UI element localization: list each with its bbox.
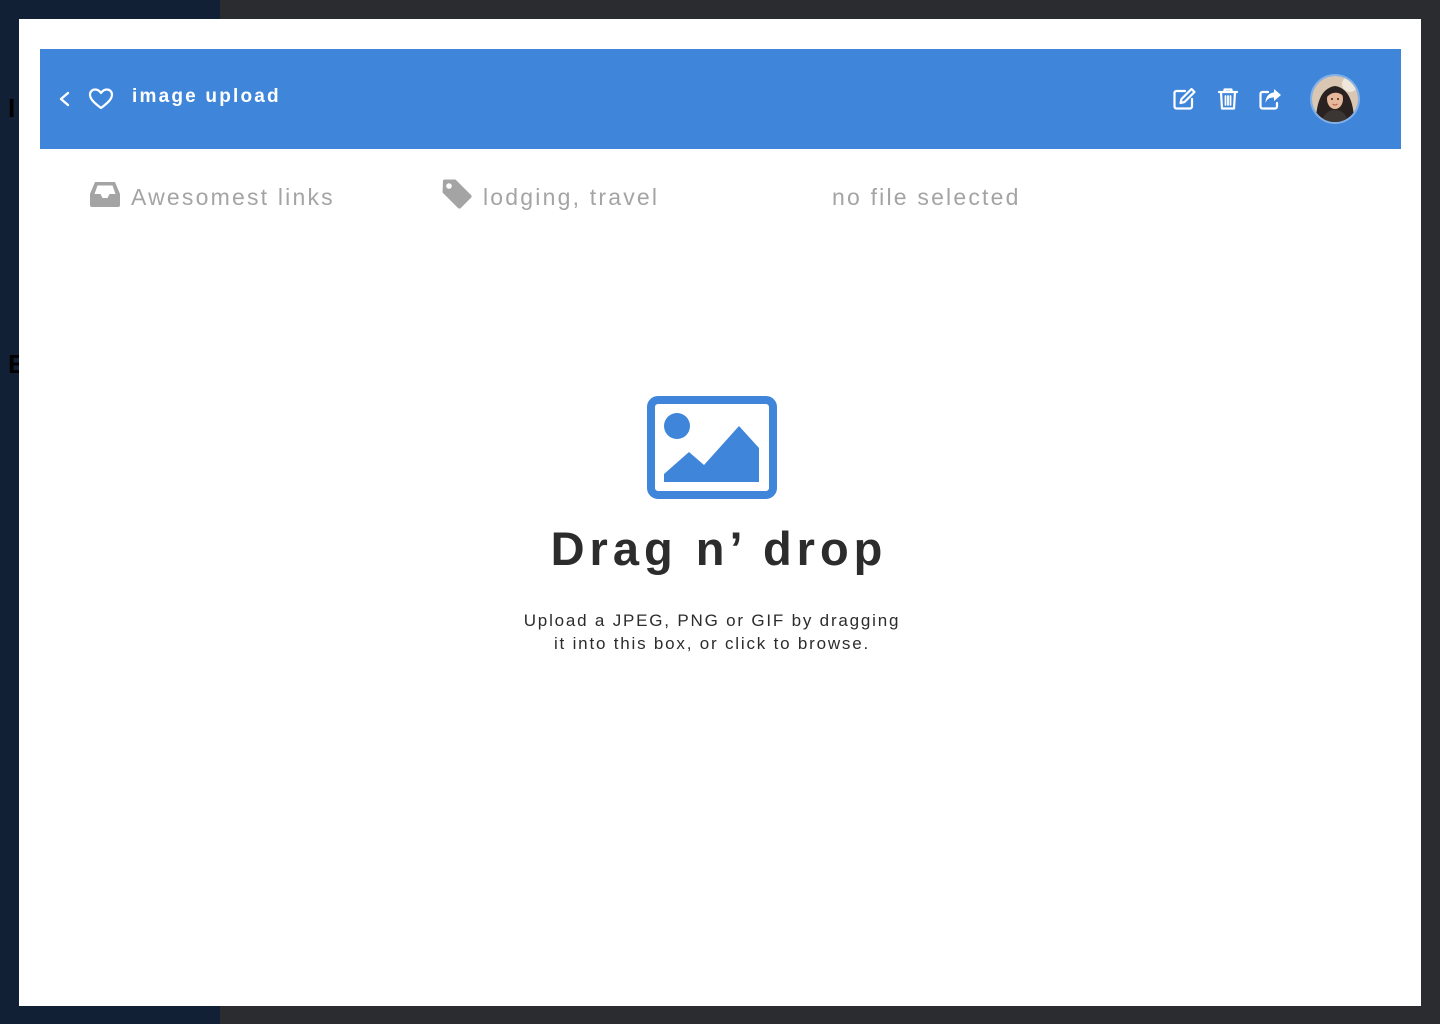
- page-title: image upload: [132, 86, 281, 107]
- tags-field[interactable]: lodging, travel: [441, 179, 659, 215]
- trash-icon: [1217, 88, 1239, 110]
- tag-icon: [441, 178, 473, 216]
- file-status: no file selected: [832, 179, 1021, 215]
- delete-button[interactable]: [1215, 86, 1241, 112]
- upload-modal: image upload Awesomest links lodging, tr…: [19, 19, 1421, 1006]
- dropzone-title: Drag n’ drop: [550, 522, 888, 575]
- dropzone-instructions-line: it into this box, or click to browse.: [553, 634, 871, 653]
- collection-name: Awesomest links: [131, 183, 335, 210]
- avatar[interactable]: [1312, 76, 1358, 122]
- chevron-left-icon: [59, 91, 70, 107]
- background-text-fragment: I: [8, 93, 16, 123]
- user-avatar-image: [1312, 76, 1358, 122]
- share-button[interactable]: [1257, 86, 1283, 112]
- dropzone-instructions: Upload a JPEG, PNG or GIF by dragging it…: [489, 609, 935, 655]
- edit-icon: [1173, 87, 1196, 110]
- file-status-text: no file selected: [832, 183, 1021, 210]
- edit-button[interactable]: [1171, 86, 1197, 112]
- share-icon: [1259, 89, 1281, 110]
- dropzone-instructions-line: Upload a JPEG, PNG or GIF by dragging: [523, 611, 901, 630]
- image-dropzone[interactable]: Drag n’ drop Upload a JPEG, PNG or GIF b…: [419, 369, 1019, 669]
- favorite-button[interactable]: [88, 87, 114, 111]
- image-icon: [647, 396, 777, 499]
- tags-value: lodging, travel: [483, 183, 660, 210]
- back-button[interactable]: [54, 87, 76, 111]
- heart-icon: [88, 88, 114, 110]
- inbox-icon: [89, 180, 121, 214]
- collection-selector[interactable]: Awesomest links: [89, 179, 335, 215]
- modal-header: image upload: [40, 49, 1401, 149]
